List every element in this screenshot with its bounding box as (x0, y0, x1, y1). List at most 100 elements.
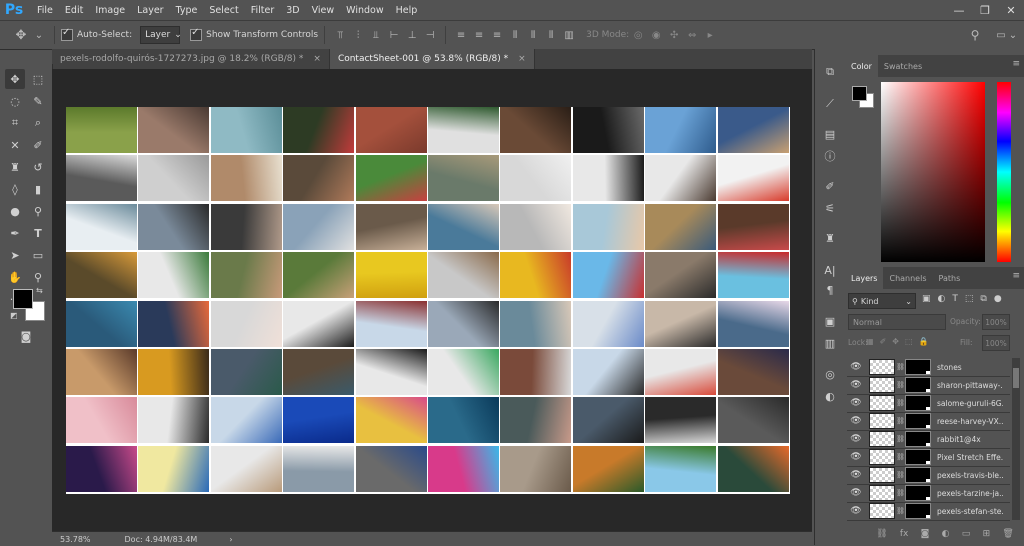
layer-row[interactable]: 👁 ⛓ Pixel Stretch Effe... (847, 448, 1010, 467)
add-mask-icon[interactable]: ◙ (921, 529, 930, 543)
quick-select-tool-icon[interactable]: ✎ (28, 91, 48, 111)
tab-swatches[interactable]: Swatches (878, 55, 928, 77)
default-colors-icon[interactable]: ◩ (10, 311, 18, 320)
pen-tool-icon[interactable]: ✒ (5, 223, 25, 243)
notes-icon[interactable]: ▥ (820, 334, 840, 352)
3d-pan-icon[interactable]: ✣ (667, 28, 681, 42)
layer-mask-thumbnail[interactable] (905, 377, 931, 393)
filter-toggle-icon[interactable]: ● (994, 294, 1002, 304)
eye-icon[interactable]: 👁 (847, 362, 865, 372)
filter-shape-icon[interactable]: ⬚ (965, 294, 974, 304)
contact-sheet-canvas[interactable] (66, 107, 790, 494)
properties-icon[interactable]: ▤ (820, 125, 840, 143)
chevron-down-icon[interactable]: ⌄ (1006, 28, 1020, 42)
gradient-tool-icon[interactable]: ▮ (28, 179, 48, 199)
brush-tool-icon[interactable]: ✐ (28, 135, 48, 155)
layer-mask-thumbnail[interactable] (905, 413, 931, 429)
3d-panel-icon[interactable]: ◎ (820, 365, 840, 383)
opacity-field[interactable]: 100% (982, 314, 1010, 330)
styles-icon[interactable]: ◐ (820, 387, 840, 405)
align-bottom-icon[interactable]: ⫫ (369, 28, 383, 42)
distribute-top-icon[interactable]: ≡ (454, 28, 468, 42)
zoom-level[interactable]: 53.78% (60, 535, 91, 544)
layer-row[interactable]: 👁 ⛓ rabbit1@4x (847, 430, 1010, 449)
auto-select-checkbox[interactable] (61, 27, 73, 41)
align-vcenter-icon[interactable]: ⫶ (351, 28, 365, 42)
layer-style-icon[interactable]: fx (900, 529, 909, 543)
layer-mask-thumbnail[interactable] (905, 449, 931, 465)
close-icon[interactable]: × (313, 54, 321, 64)
tab-rodolfo[interactable]: pexels-rodolfo-quirós-1727273.jpg @ 18.2… (52, 49, 330, 69)
quick-mask-icon[interactable]: ◙ (16, 326, 36, 346)
menu-filter[interactable]: Filter (251, 5, 275, 16)
layers-scrollbar[interactable] (1012, 358, 1020, 520)
adjustments-icon[interactable]: ⚟ (820, 199, 840, 217)
tab-layers[interactable]: Layers (845, 267, 884, 289)
3d-scale-icon[interactable]: ▸ (703, 28, 717, 42)
rectangle-tool-icon[interactable]: ▭ (28, 245, 48, 265)
color-spectrum-field[interactable] (881, 82, 985, 262)
tab-paths[interactable]: Paths (933, 267, 967, 289)
move-tool-icon[interactable]: ✥ (5, 69, 25, 89)
eye-icon[interactable]: 👁 (847, 506, 865, 516)
character-panel-icon[interactable]: A| (820, 261, 840, 279)
close-icon[interactable]: × (518, 54, 526, 64)
layer-row[interactable]: 👁 ⛓ sharon-pittaway-... (847, 376, 1010, 395)
3d-slide-icon[interactable]: ⇔ (685, 28, 699, 42)
adjustment-layer-icon[interactable]: ◐ (942, 529, 950, 543)
align-left-icon[interactable]: ⊢ (387, 28, 401, 42)
layer-mask-thumbnail[interactable] (905, 431, 931, 447)
history-brush-tool-icon[interactable]: ↺ (28, 157, 48, 177)
3d-orbit-icon[interactable]: ◎ (631, 28, 645, 42)
align-hcenter-icon[interactable]: ⊥ (405, 28, 419, 42)
info-panel-icon[interactable]: ⓘ (820, 147, 840, 165)
blend-mode-dropdown[interactable]: Normal (848, 314, 946, 330)
distribute-vcenter-icon[interactable]: ≡ (472, 28, 486, 42)
filter-pixel-icon[interactable]: ▣ (922, 294, 931, 304)
align-right-icon[interactable]: ⊣ (423, 28, 437, 42)
eyedropper-tool-icon[interactable]: ⌕ (28, 113, 48, 133)
layer-row[interactable]: 👁 ⛓ pexels-travis-ble... (847, 466, 1010, 485)
layer-row[interactable]: 👁 ⛓ pexels-tarzine-ja... (847, 484, 1010, 503)
delete-layer-icon[interactable]: 🗑 (1002, 529, 1013, 543)
distribute-right-icon[interactable]: ⦀ (544, 28, 558, 42)
chevron-down-icon[interactable]: ⌄ (32, 28, 46, 42)
layer-row[interactable]: 👁 ⛓ pexels-stefan-ste... (847, 502, 1010, 521)
minimize-button[interactable]: — (946, 0, 972, 20)
menu-view[interactable]: View (312, 5, 335, 16)
layer-mask-thumbnail[interactable] (905, 395, 931, 411)
filter-type-icon[interactable]: T (952, 294, 958, 304)
move-tool-preset-icon[interactable]: ✥ (14, 28, 28, 43)
eraser-tool-icon[interactable]: ◊ (5, 179, 25, 199)
menu-window[interactable]: Window (346, 5, 383, 16)
foreground-color-swatch[interactable] (13, 289, 33, 309)
status-menu-arrow[interactable]: › (229, 535, 232, 544)
lock-artboard-icon[interactable]: ⬚ (905, 337, 913, 346)
eye-icon[interactable]: 👁 (847, 488, 865, 498)
auto-align-icon[interactable]: ▥ (562, 28, 576, 42)
brushes-panel-icon[interactable]: ✐ (820, 177, 840, 195)
layer-row[interactable]: 👁 ⛓ reese-harvey-VX... (847, 412, 1010, 431)
layer-mask-thumbnail[interactable] (905, 467, 931, 483)
eye-icon[interactable]: 👁 (847, 398, 865, 408)
menu-3d[interactable]: 3D (286, 5, 299, 16)
auto-select-target-dropdown[interactable]: Layer ⌄ (140, 26, 182, 44)
tab-color[interactable]: Color (845, 55, 878, 77)
eye-icon[interactable]: 👁 (847, 416, 865, 426)
zoom-tool-icon[interactable]: ⚲ (28, 267, 48, 287)
filter-smart-icon[interactable]: ⧉ (980, 294, 986, 304)
tab-contactsheet[interactable]: ContactSheet-001 @ 53.8% (RGB/8) * × (329, 49, 535, 69)
menu-select[interactable]: Select (209, 5, 238, 16)
align-top-icon[interactable]: ⫪ (333, 28, 347, 42)
new-layer-icon[interactable]: ⊞ (983, 529, 991, 543)
menu-layer[interactable]: Layer (137, 5, 164, 16)
eye-icon[interactable]: 👁 (847, 452, 865, 462)
restore-button[interactable]: ❐ (972, 0, 998, 20)
eye-icon[interactable]: 👁 (847, 470, 865, 480)
filter-kind-dropdown[interactable]: ⚲ Kind ⌄ (848, 293, 916, 309)
lock-transparency-icon[interactable]: ▦ (866, 337, 874, 346)
menu-type[interactable]: Type (176, 5, 198, 16)
brush-settings-icon[interactable]: ⟋ (820, 95, 840, 113)
menu-edit[interactable]: Edit (65, 5, 83, 16)
layer-mask-thumbnail[interactable] (905, 503, 931, 519)
